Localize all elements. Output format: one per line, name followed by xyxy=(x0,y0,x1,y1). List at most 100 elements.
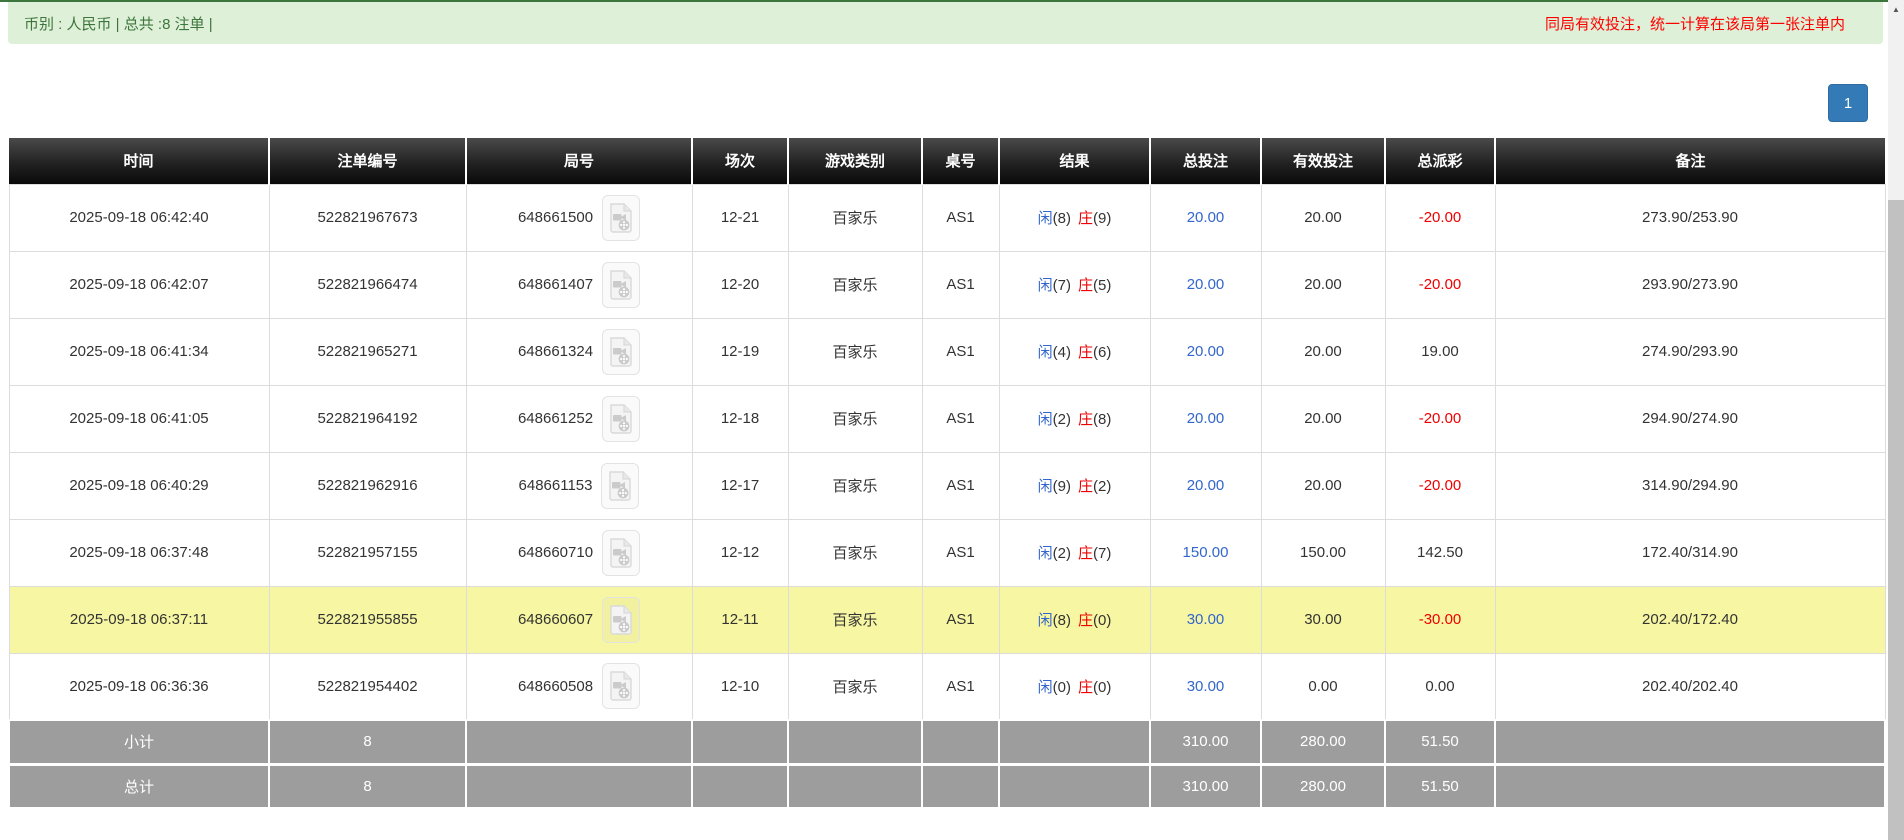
cell-total-bet: 20.00 xyxy=(1149,317,1262,386)
col-header-total-bet: 总投注 xyxy=(1149,138,1261,184)
video-replay-button[interactable] xyxy=(602,261,641,308)
vertical-scrollbar[interactable]: ▲ xyxy=(1888,0,1904,840)
cell-round-no: 648660607 xyxy=(465,585,693,654)
video-replay-button[interactable] xyxy=(602,395,641,442)
player-result-label: 闲 xyxy=(1037,545,1053,562)
col-header-bet-no: 注单编号 xyxy=(268,138,466,184)
col-header-remark: 备注 xyxy=(1494,138,1885,184)
player-result-points: (8) xyxy=(1052,612,1071,629)
col-header-table-no: 桌号 xyxy=(921,138,999,184)
total-total-bet: 310.00 xyxy=(1149,762,1262,810)
subtotal-label: 小计 xyxy=(8,719,270,766)
cell-remark: 202.40/202.40 xyxy=(1494,652,1886,721)
player-result-label: 闲 xyxy=(1037,478,1053,495)
cell-game-type: 百家乐 xyxy=(787,317,923,386)
cell-valid-bet: 20.00 xyxy=(1260,451,1386,520)
player-result-label: 闲 xyxy=(1037,277,1053,294)
subtotal-row: 小计 8 310.00 280.00 51.50 xyxy=(8,719,1886,766)
table-row: 2025-09-18 06:37:48 522821957155 6486607… xyxy=(8,518,1886,587)
total-label: 总计 xyxy=(8,762,270,810)
currency-summary-text: 币别 : 人民币 | 总共 :8 注单 | xyxy=(24,15,213,33)
col-header-game-type: 游戏类别 xyxy=(787,138,922,184)
cell-result: 闲(0) 庄(0) xyxy=(998,652,1151,721)
cell-bet-no: 522821965271 xyxy=(268,317,467,386)
cell-bet-no: 522821966474 xyxy=(268,250,467,319)
cell-result: 闲(9) 庄(2) xyxy=(998,451,1151,520)
cell-result: 闲(7) 庄(5) xyxy=(998,250,1151,319)
cell-payout: -20.00 xyxy=(1384,250,1496,319)
scrollbar-thumb[interactable] xyxy=(1888,200,1904,840)
banker-result-points: (6) xyxy=(1093,344,1112,361)
player-result-points: (9) xyxy=(1052,478,1071,495)
col-header-time: 时间 xyxy=(9,138,269,184)
cell-table-no: AS1 xyxy=(921,518,1000,587)
round-no-text: 648661500 xyxy=(517,209,594,226)
banker-result-points: (0) xyxy=(1093,612,1112,629)
cell-session: 12-21 xyxy=(691,183,789,252)
video-file-icon xyxy=(610,336,632,367)
total-count: 8 xyxy=(268,762,467,810)
video-file-icon xyxy=(609,470,632,501)
video-file-icon xyxy=(610,202,632,233)
total-payout: 51.50 xyxy=(1384,762,1496,810)
cell-result: 闲(8) 庄(0) xyxy=(998,585,1151,654)
player-result-label: 闲 xyxy=(1037,210,1053,227)
cell-session: 12-11 xyxy=(691,585,789,654)
cell-table-no: AS1 xyxy=(921,384,1000,453)
banker-result-label: 庄 xyxy=(1078,545,1094,562)
banker-result-label: 庄 xyxy=(1078,678,1094,696)
cell-bet-no: 522821955855 xyxy=(268,585,467,654)
cell-total-bet: 150.00 xyxy=(1149,518,1262,587)
video-replay-button[interactable] xyxy=(602,596,641,643)
cell-bet-no: 522821954402 xyxy=(268,652,467,721)
cell-payout: -20.00 xyxy=(1384,183,1496,252)
cell-valid-bet: 20.00 xyxy=(1260,317,1386,386)
banker-result-label: 庄 xyxy=(1078,277,1094,294)
cell-game-type: 百家乐 xyxy=(787,652,923,721)
notice-bar: 币别 : 人民币 | 总共 :8 注单 | 同局有效投注，统一计算在该局第一张注… xyxy=(8,2,1883,44)
video-replay-button[interactable] xyxy=(602,194,641,241)
total-bet-link[interactable]: 20.00 xyxy=(1187,209,1225,226)
cell-time: 2025-09-18 06:37:48 xyxy=(8,518,270,587)
scroll-up-arrow-icon[interactable]: ▲ xyxy=(1888,0,1904,18)
total-bet-link[interactable]: 150.00 xyxy=(1183,544,1229,561)
cell-session: 12-19 xyxy=(691,317,789,386)
round-no-text: 648661407 xyxy=(517,276,594,293)
cell-game-type: 百家乐 xyxy=(787,183,923,252)
cell-game-type: 百家乐 xyxy=(787,384,923,453)
player-result-points: (4) xyxy=(1052,344,1071,361)
cell-time: 2025-09-18 06:36:36 xyxy=(8,652,270,721)
cell-session: 12-17 xyxy=(691,451,789,520)
cell-remark: 294.90/274.90 xyxy=(1494,384,1886,453)
total-bet-link[interactable]: 30.00 xyxy=(1187,678,1225,695)
total-bet-link[interactable]: 20.00 xyxy=(1187,343,1225,360)
cell-time: 2025-09-18 06:42:40 xyxy=(8,183,270,252)
cell-session: 12-18 xyxy=(691,384,789,453)
total-bet-link[interactable]: 30.00 xyxy=(1187,611,1225,628)
cell-remark: 314.90/294.90 xyxy=(1494,451,1886,520)
valid-bet-note-text: 同局有效投注，统一计算在该局第一张注单内 xyxy=(1544,15,1845,33)
banker-result-label: 庄 xyxy=(1078,210,1094,227)
cell-payout: 0.00 xyxy=(1384,652,1496,721)
cell-valid-bet: 150.00 xyxy=(1260,518,1386,587)
cell-valid-bet: 0.00 xyxy=(1260,652,1386,721)
cell-time: 2025-09-18 06:42:07 xyxy=(8,250,270,319)
cell-round-no: 648661324 xyxy=(465,317,693,386)
total-bet-link[interactable]: 20.00 xyxy=(1187,477,1225,494)
video-replay-button[interactable] xyxy=(602,663,641,710)
player-result-label: 闲 xyxy=(1037,411,1053,428)
total-row: 总计 8 310.00 280.00 51.50 xyxy=(8,762,1886,810)
cell-total-bet: 20.00 xyxy=(1149,183,1262,252)
cell-game-type: 百家乐 xyxy=(787,518,923,587)
video-file-icon xyxy=(610,403,632,434)
cell-round-no: 648660508 xyxy=(465,652,693,721)
cell-bet-no: 522821964192 xyxy=(268,384,467,453)
video-replay-button[interactable] xyxy=(602,328,641,375)
total-bet-link[interactable]: 20.00 xyxy=(1187,276,1225,293)
cell-payout: 19.00 xyxy=(1384,317,1496,386)
pagination-page-1-button[interactable]: 1 xyxy=(1828,84,1868,122)
video-file-icon xyxy=(610,604,632,635)
total-bet-link[interactable]: 20.00 xyxy=(1187,410,1225,427)
video-replay-button[interactable] xyxy=(601,462,640,509)
video-replay-button[interactable] xyxy=(602,529,641,576)
